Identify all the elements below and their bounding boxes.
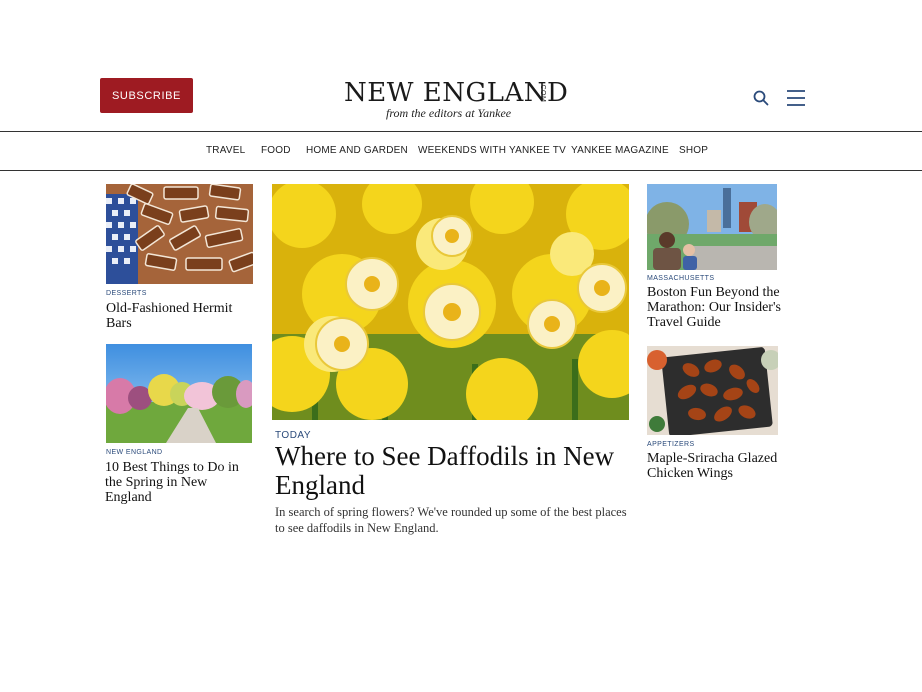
logo-wordmark: NEW ENGLAND <box>344 78 569 108</box>
nav-item-food[interactable]: FOOD <box>261 145 291 156</box>
card-title-hermit-bars[interactable]: Old-Fashioned Hermit Bars <box>106 301 254 331</box>
main-nav: TRAVEL FOOD HOME AND GARDEN WEEKENDS WIT… <box>0 131 922 171</box>
chicken-wings-image[interactable] <box>647 346 778 435</box>
site-logo[interactable]: NEW ENGLAND .COM from the editors at Yan… <box>344 78 568 124</box>
feature-title[interactable]: Where to See Daffodils in New England <box>275 442 625 500</box>
search-button[interactable] <box>752 89 770 107</box>
feature-dek: In search of spring flowers? We've round… <box>275 505 627 535</box>
card-kicker-appetizers[interactable]: APPETIZERS <box>647 441 695 448</box>
search-icon <box>753 90 769 106</box>
menu-button[interactable] <box>786 89 806 107</box>
card-kicker-desserts[interactable]: DESSERTS <box>106 290 147 297</box>
feature-kicker[interactable]: TODAY <box>275 430 311 441</box>
daffodils-feature-image[interactable] <box>272 184 629 420</box>
card-kicker-new-england[interactable]: NEW ENGLAND <box>106 449 163 456</box>
nav-item-yankee-magazine[interactable]: YANKEE MAGAZINE <box>571 145 669 156</box>
subscribe-button[interactable]: SUBSCRIBE <box>100 78 193 113</box>
card-title-spring-things[interactable]: 10 Best Things to Do in the Spring in Ne… <box>105 460 255 505</box>
nav-item-home-and-garden[interactable]: HOME AND GARDEN <box>306 145 408 156</box>
nav-item-travel[interactable]: TRAVEL <box>206 145 245 156</box>
hermit-bars-image[interactable] <box>106 184 253 284</box>
nav-item-shop[interactable]: SHOP <box>679 145 708 156</box>
spring-path-image[interactable] <box>106 344 252 443</box>
card-title-chicken-wings[interactable]: Maple-Sriracha Glazed Chicken Wings <box>647 451 782 481</box>
logo-com: .COM <box>538 82 546 103</box>
card-kicker-massachusetts[interactable]: MASSACHUSETTS <box>647 275 714 282</box>
boston-image[interactable] <box>647 184 777 270</box>
hamburger-menu-icon <box>787 90 805 106</box>
logo-tagline: from the editors at Yankee <box>386 106 512 120</box>
nav-item-weekends-with-yankee-tv[interactable]: WEEKENDS WITH YANKEE TV <box>418 145 566 156</box>
card-title-boston-fun[interactable]: Boston Fun Beyond the Marathon: Our Insi… <box>647 285 782 330</box>
